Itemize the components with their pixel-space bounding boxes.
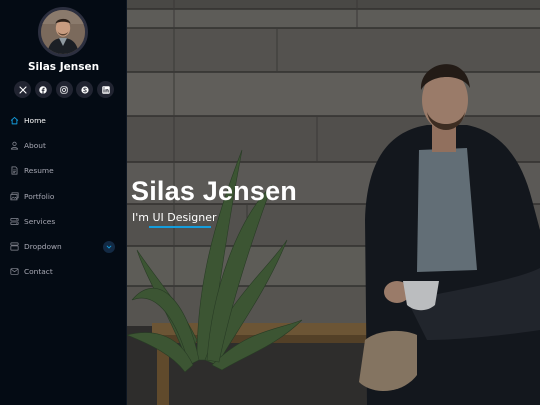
sidebar: Silas Jensen Home About Resume Portfolio… <box>0 0 127 405</box>
skype-link[interactable] <box>76 81 94 98</box>
chevron-down-icon <box>106 245 112 249</box>
typed-underline <box>149 226 211 228</box>
instagram-icon <box>60 85 68 94</box>
nav-item-home[interactable]: Home <box>0 108 127 133</box>
facebook-link[interactable] <box>34 81 52 98</box>
person-icon <box>9 141 19 151</box>
hero-section: Silas Jensen I'm UI Designer <box>127 0 540 405</box>
nav-label-resume: Resume <box>24 166 54 176</box>
dropdown-toggle[interactable] <box>103 240 115 253</box>
nav-item-services[interactable]: Services <box>0 209 127 234</box>
nav-label-home: Home <box>24 116 46 126</box>
nav-menu: Home About Resume Portfolio Services Dro… <box>0 108 127 284</box>
linkedin-icon <box>101 85 110 94</box>
profile-photo <box>41 10 85 54</box>
linkedin-link[interactable] <box>97 81 114 98</box>
nav-item-contact[interactable]: Contact <box>0 259 127 284</box>
nav-label-dropdown: Dropdown <box>24 242 62 252</box>
nav-item-dropdown[interactable]: Dropdown <box>0 234 127 259</box>
nav-label-contact: Contact <box>24 267 53 277</box>
x-twitter-icon <box>18 85 27 94</box>
nav-label-portfolio: Portfolio <box>24 191 55 201</box>
hero-title: Silas Jensen <box>131 176 297 206</box>
avatar[interactable] <box>38 7 88 57</box>
nav-item-resume[interactable]: Resume <box>0 158 127 183</box>
home-icon <box>9 116 19 126</box>
skype-icon <box>81 85 89 94</box>
x-twitter-link[interactable] <box>14 81 31 98</box>
nav-label-about: About <box>24 141 46 151</box>
envelope-icon <box>9 267 19 277</box>
facebook-icon <box>39 85 47 94</box>
file-text-icon <box>9 166 19 176</box>
menu-app-icon <box>9 242 19 252</box>
nav-label-services: Services <box>24 216 56 226</box>
images-icon <box>9 191 19 201</box>
nav-item-about[interactable]: About <box>0 133 127 158</box>
social-links <box>14 81 114 99</box>
nav-item-portfolio[interactable]: Portfolio <box>0 184 127 209</box>
profile-name: Silas Jensen <box>27 61 100 73</box>
hdd-stack-icon <box>9 216 19 226</box>
instagram-link[interactable] <box>55 81 73 98</box>
hero-subtitle: I'm UI Designer <box>132 211 217 224</box>
